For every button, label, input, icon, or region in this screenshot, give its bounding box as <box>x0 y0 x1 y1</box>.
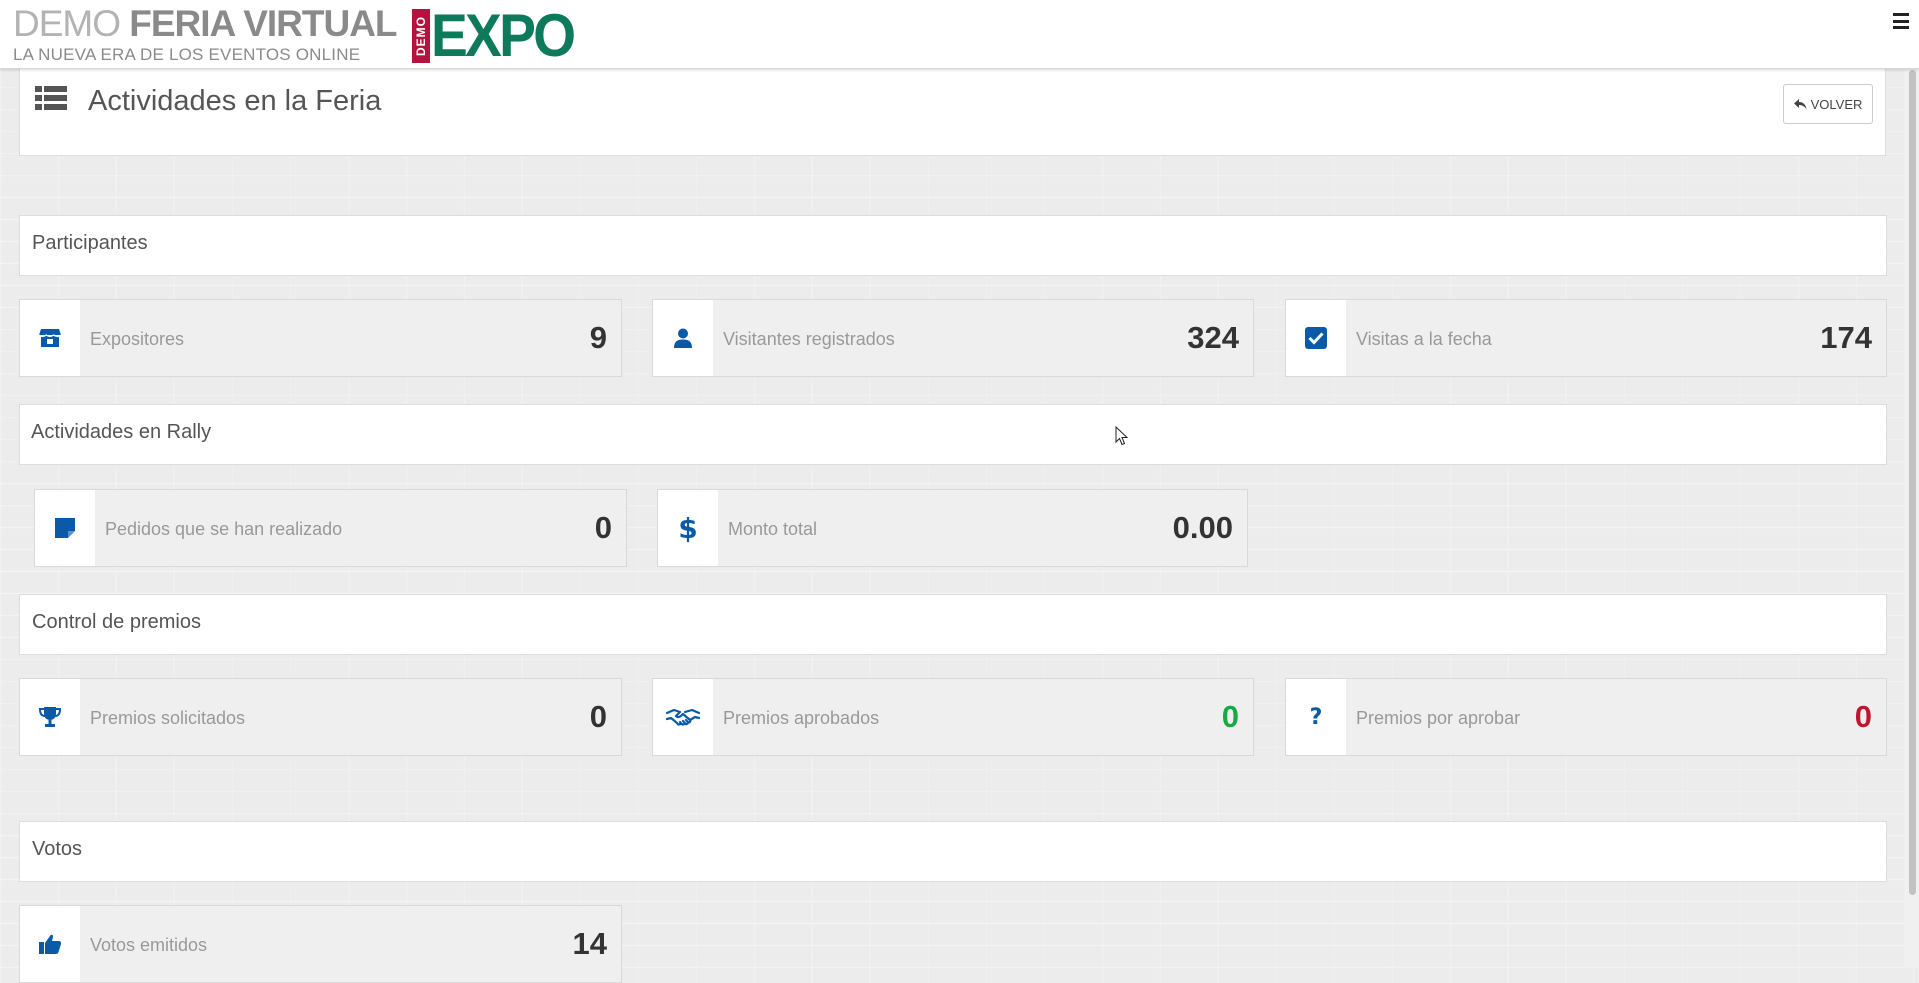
stat-value: 9 <box>589 320 607 355</box>
section-participantes: Participantes <box>19 215 1887 276</box>
section-title: Votos <box>32 838 83 860</box>
stat-value: 0.00 <box>1172 510 1233 545</box>
section-title: Participantes <box>32 232 148 254</box>
stat-label: Votos emitidos <box>90 935 208 955</box>
expo-logo[interactable]: DEMO EXPO <box>412 2 586 69</box>
section-title: Actividades en Rally <box>31 421 212 443</box>
stat-card-monto[interactable]: $ Monto total 0.00 <box>657 489 1248 567</box>
stat-value: 0 <box>1221 699 1239 734</box>
stat-label: Premios por aprobar <box>1356 708 1521 728</box>
stat-card-votos[interactable]: Votos emitidos 14 <box>19 905 622 983</box>
trophy-icon <box>20 679 80 755</box>
handshake-icon <box>653 679 713 755</box>
page-header-card: Actividades en la Feria VOLVER <box>19 58 1886 156</box>
section-premios: Control de premios <box>19 594 1887 655</box>
stat-value: 0 <box>594 510 612 545</box>
stat-card-expositores[interactable]: Expositores 9 <box>19 299 622 377</box>
sticky-note-icon <box>35 490 95 566</box>
section-votos: Votos <box>19 821 1887 882</box>
stat-label: Pedidos que se han realizado <box>105 519 343 539</box>
stat-label: Monto total <box>728 519 818 539</box>
stat-label: Premios solicitados <box>90 708 246 728</box>
stat-label: Expositores <box>90 329 185 349</box>
stat-card-visitas[interactable]: Visitas a la fecha 174 <box>1285 299 1887 377</box>
store-icon <box>20 300 80 376</box>
mouse-cursor-icon <box>1115 426 1129 446</box>
brand-title: DEMO FERIA VIRTUAL <box>13 3 398 44</box>
brand-tagline: LA NUEVA ERA DE LOS EVENTOS ONLINE <box>13 45 361 64</box>
question-icon: ? <box>1286 679 1346 755</box>
stat-label: Premios aprobados <box>723 708 880 728</box>
stat-label: Visitantes registrados <box>723 329 895 349</box>
dollar-icon: $ <box>658 490 718 566</box>
thumbs-up-icon <box>20 906 80 982</box>
page-title: Actividades en la Feria <box>88 85 382 117</box>
section-rally: Actividades en Rally <box>19 404 1887 465</box>
stat-value: 174 <box>1820 320 1872 355</box>
stat-value: 324 <box>1187 320 1239 355</box>
stat-value: 0 <box>1854 699 1872 734</box>
user-icon <box>653 300 713 376</box>
stat-card-premios-por-aprobar[interactable]: ? Premios por aprobar 0 <box>1285 678 1887 756</box>
brand-name: FERIA VIRTUAL <box>129 3 397 44</box>
list-icon <box>35 86 67 110</box>
reply-arrow-icon <box>1793 98 1807 109</box>
stat-card-pedidos[interactable]: Pedidos que se han realizado 0 <box>34 489 627 567</box>
stat-card-premios-aprobados[interactable]: Premios aprobados 0 <box>652 678 1254 756</box>
stat-value: 0 <box>589 699 607 734</box>
scrollbar-thumb[interactable] <box>1909 70 1916 895</box>
stat-value: 14 <box>572 926 607 961</box>
expo-logo-word: EXPO <box>431 2 576 69</box>
stat-label: Visitas a la fecha <box>1356 329 1492 349</box>
stat-card-visitantes[interactable]: Visitantes registrados 324 <box>652 299 1254 377</box>
brand-demo: DEMO <box>13 3 121 44</box>
section-title: Control de premios <box>32 611 201 633</box>
top-navbar: DEMO FERIA VIRTUAL LA NUEVA ERA DE LOS E… <box>0 0 1919 69</box>
brand[interactable]: DEMO FERIA VIRTUAL LA NUEVA ERA DE LOS E… <box>13 3 398 65</box>
back-button-label: VOLVER <box>1810 96 1863 112</box>
stat-card-premios-solicitados[interactable]: Premios solicitados 0 <box>19 678 622 756</box>
hamburger-menu-icon[interactable] <box>1891 10 1911 32</box>
checkbox-icon <box>1286 300 1346 376</box>
back-button[interactable]: VOLVER <box>1783 84 1873 124</box>
expo-logo-demo: DEMO <box>412 9 430 63</box>
